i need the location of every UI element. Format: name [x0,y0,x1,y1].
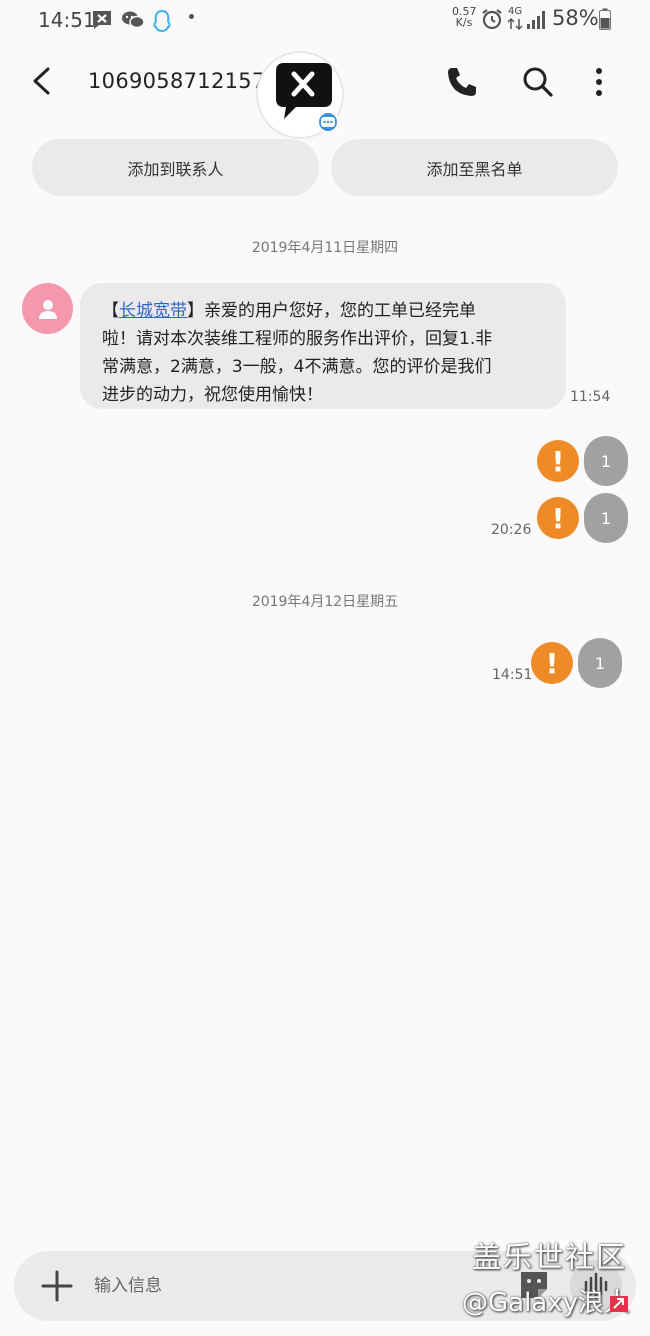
more-vert-icon[interactable] [580,63,618,101]
battery-percent: 58% [552,6,599,30]
add-contact-button[interactable]: 添加到联系人 [32,139,319,196]
message-timestamp: 11:54 [570,389,611,405]
watermark-title: 盖乐世社区 [472,1240,628,1274]
back-arrow-icon[interactable] [22,61,62,101]
data-arrows-icon [507,17,523,31]
message-line-2: 啦！请对本次装维工程师的服务作出评价，回复1.非 [102,329,493,349]
message-link[interactable]: 长城宽带 [119,301,187,321]
net-speed: 0.57 K/s [452,6,477,29]
sender-number: 10690587121577860 [88,69,268,93]
blocked-sender-avatar[interactable] [258,53,342,137]
outgoing-message-bubble[interactable]: 1 [578,638,622,688]
battery-icon [599,8,611,30]
alarm-icon [482,9,502,30]
message-input[interactable] [94,1265,474,1307]
message-timestamp: 14:51 [492,667,533,683]
message-line-3: 常满意，2满意，3一般，4不满意。您的评价是我们 [102,357,492,377]
dot-icon [189,14,194,19]
send-failed-icon[interactable]: ! [537,497,579,539]
status-time: 14:51 [38,8,96,32]
outgoing-message-bubble[interactable]: 1 [584,493,628,543]
person-icon [38,299,57,319]
bracket-close: 】 [187,301,204,321]
add-blacklist-button[interactable]: 添加至黑名单 [331,139,618,196]
bracket-open: 【 [102,301,119,321]
signal-icon [527,11,545,29]
message-text-1: 亲爱的用户您好，您的工单已经完单 [204,301,476,321]
send-failed-icon[interactable]: ! [537,440,579,482]
search-icon[interactable] [519,63,557,101]
phone-icon[interactable] [443,63,481,101]
status-bar: 14:51 0.57 K/s 4G 58% [0,0,650,40]
send-failed-icon[interactable]: ! [531,642,573,684]
net-speed-unit: K/s [455,16,473,29]
sender-avatar[interactable] [22,283,73,334]
message-line-1: 【长城宽带】亲爱的用户您好，您的工单已经完单 [102,297,546,325]
message-timestamp: 20:26 [491,522,532,538]
wechat-icon [122,11,145,29]
outgoing-message-bubble[interactable]: 1 [584,436,628,486]
date-separator: 2019年4月12日星期五 [251,594,399,610]
blocked-message-icon [276,63,339,133]
qq-icon [153,9,171,33]
date-separator: 2019年4月11日星期四 [251,240,399,256]
sms-blocked-icon [93,11,111,29]
incoming-message-bubble[interactable]: 【长城宽带】亲爱的用户您好，您的工单已经完单 啦！请对本次装维工程师的服务作出评… [80,283,566,409]
watermark-logo-icon [610,1296,628,1312]
message-line-4: 进步的动力，祝您使用愉快！ [102,385,323,405]
conversation-header: 10690587121577860 [0,45,650,137]
network-type: 4G [508,6,523,17]
plus-icon[interactable] [40,1269,74,1303]
watermark-author: @Galaxy浪人 [462,1288,631,1318]
